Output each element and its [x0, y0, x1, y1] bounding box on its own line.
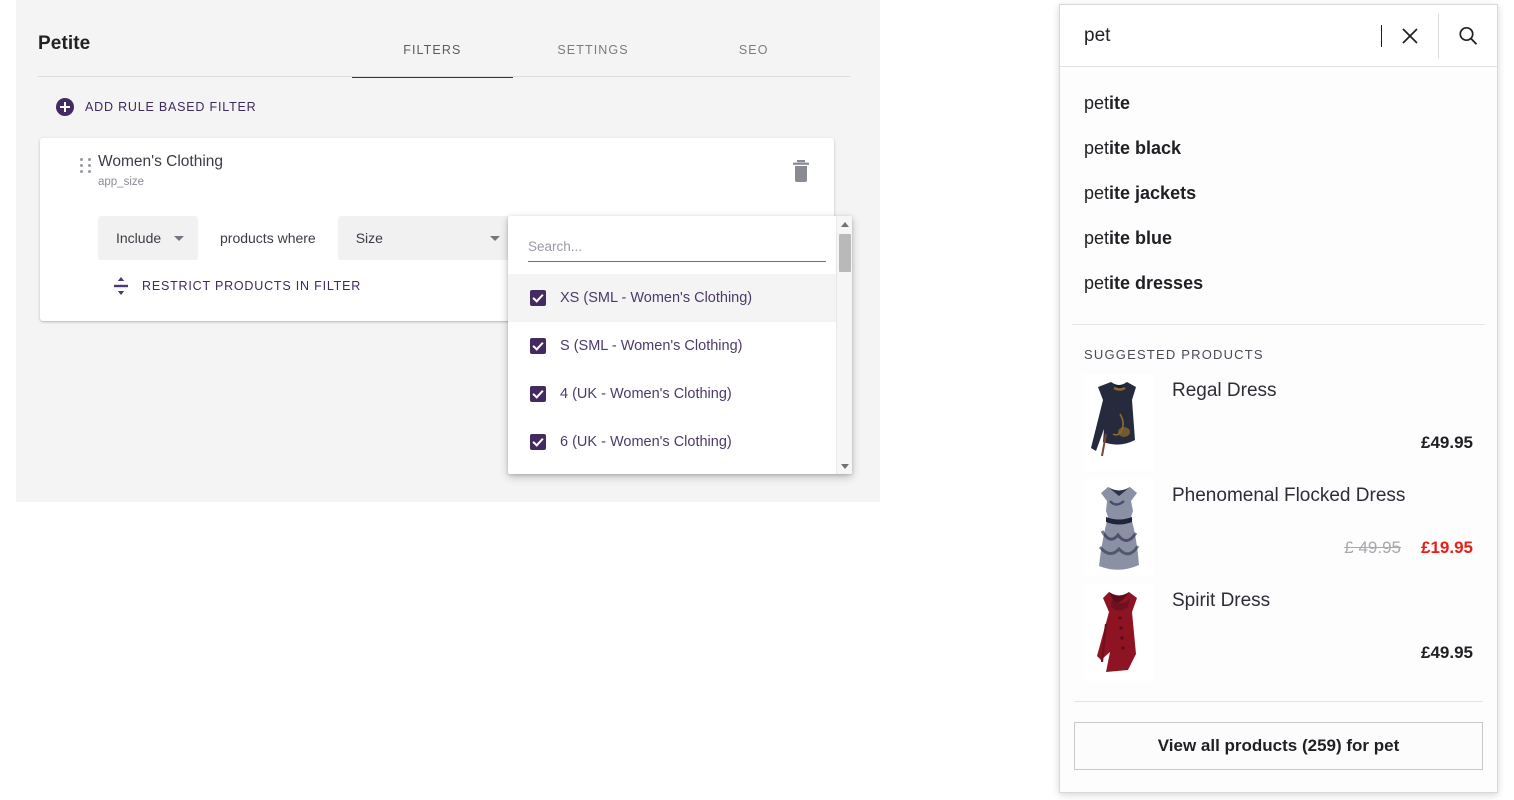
dropdown-option-label: S (SML - Women's Clothing) [560, 338, 743, 354]
dropdown-option-s[interactable]: S (SML - Women's Clothing) [508, 322, 852, 370]
product-prices: £49.95 [1421, 643, 1473, 663]
dropdown-option-xs[interactable]: XS (SML - Women's Clothing) [508, 274, 852, 322]
list-item[interactable]: Spirit Dress £49.95 [1060, 584, 1497, 689]
attribute-select[interactable]: Size [337, 216, 516, 260]
add-rule-label: ADD RULE BASED FILTER [85, 100, 257, 114]
rule-title: Women's Clothing [98, 153, 224, 170]
search-icon [1459, 26, 1478, 45]
include-select-value: Include [116, 230, 162, 246]
suggestion-rest: ite [1109, 93, 1131, 113]
filter-editor-panel: Petite FILTERS SETTINGS SEO ADD RULE BAS… [16, 0, 880, 502]
product-thumbnail [1084, 479, 1154, 576]
suggestion-item[interactable]: pet ite jackets [1060, 171, 1497, 216]
product-old-price: £ 49.95 [1344, 538, 1401, 557]
search-input[interactable] [1060, 5, 1383, 66]
product-thumbnail [1084, 584, 1154, 681]
product-info: Regal Dress £49.95 [1154, 374, 1473, 471]
list-item[interactable]: Phenomenal Flocked Dress £ 49.95 £19.95 [1060, 479, 1497, 584]
chevron-down-icon [174, 235, 184, 241]
suggestion-prefix: pet [1084, 273, 1110, 293]
editor-header: Petite FILTERS SETTINGS SEO [16, 0, 880, 80]
product-thumbnail [1084, 374, 1154, 471]
product-sale-price: £19.95 [1421, 538, 1473, 557]
trash-icon[interactable] [790, 158, 812, 184]
search-bar [1060, 5, 1497, 67]
suggestion-prefix: pet [1084, 228, 1110, 248]
list-item[interactable]: Regal Dress £49.95 [1060, 374, 1497, 479]
tab-settings[interactable]: SETTINGS [513, 0, 674, 78]
add-rule-based-filter-button[interactable]: ADD RULE BASED FILTER [56, 98, 256, 116]
scroll-down-arrow-icon[interactable] [837, 458, 852, 474]
suggestion-list: pet ite pet ite black pet ite jackets pet it… [1060, 67, 1497, 316]
suggestion-rest: ite dresses [1109, 273, 1204, 293]
products-where-label: products where [220, 230, 316, 246]
suggestion-prefix: pet [1084, 138, 1110, 158]
restrict-products-in-filter-button[interactable]: RESTRICT PRODUCTS IN FILTER [112, 276, 361, 296]
drag-handle-icon[interactable] [80, 158, 92, 175]
suggestion-prefix: pet [1084, 183, 1110, 203]
view-all-products-button[interactable]: View all products (259) for pet [1074, 722, 1483, 770]
suggestion-item[interactable]: pet ite [1060, 81, 1497, 126]
attribute-select-value: Size [355, 230, 383, 246]
product-info: Spirit Dress £49.95 [1154, 584, 1473, 681]
dropdown-option-label: 6 (UK - Women's Clothing) [560, 434, 732, 450]
dropdown-option-label: XS (SML - Women's Clothing) [560, 290, 753, 306]
checkbox-checked-icon[interactable] [530, 434, 546, 450]
tab-seo[interactable]: SEO [673, 0, 834, 78]
product-info: Phenomenal Flocked Dress £ 49.95 £19.95 [1154, 479, 1473, 576]
dropdown-search-input[interactable] [528, 239, 826, 262]
suggestion-item[interactable]: pet ite blue [1060, 216, 1497, 261]
include-exclude-select[interactable]: Include [98, 216, 198, 260]
suggestion-item[interactable]: pet ite dresses [1060, 261, 1497, 306]
restrict-icon [114, 277, 128, 295]
products-divider [1074, 701, 1483, 702]
dropdown-scrollbar[interactable] [836, 216, 852, 474]
dropdown-option-list: XS (SML - Women's Clothing) S (SML - Wom… [508, 274, 852, 466]
suggestion-prefix: pet [1084, 93, 1110, 113]
clear-search-button[interactable] [1382, 5, 1438, 67]
dropdown-option-4[interactable]: 4 (UK - Women's Clothing) [508, 370, 852, 418]
product-name: Phenomenal Flocked Dress [1172, 485, 1406, 506]
close-icon [1402, 27, 1418, 44]
restrict-label: RESTRICT PRODUCTS IN FILTER [142, 279, 362, 293]
product-price: £49.95 [1421, 643, 1473, 662]
tab-bar: FILTERS SETTINGS SEO [352, 0, 834, 78]
product-price: £49.95 [1421, 433, 1473, 452]
submit-search-button[interactable] [1439, 5, 1497, 67]
rule-controls: Include products where Size [98, 216, 516, 260]
rule-subtitle: app_size [98, 176, 145, 188]
suggestion-rest: ite jackets [1109, 183, 1197, 203]
dropdown-option-6[interactable]: 6 (UK - Women's Clothing) [508, 418, 852, 466]
search-suggestion-panel: petite petite black petite jackets petit… [1059, 4, 1498, 793]
product-name: Spirit Dress [1172, 590, 1271, 611]
suggestion-rest: ite black [1109, 138, 1182, 158]
scroll-up-arrow-icon[interactable] [837, 216, 852, 232]
chevron-down-icon [489, 235, 500, 241]
suggestion-rest: ite blue [1109, 228, 1173, 248]
product-prices: £ 49.95 £19.95 [1344, 538, 1473, 558]
dropdown-option-label: 4 (UK - Women's Clothing) [560, 386, 732, 402]
scrollbar-thumb[interactable] [839, 234, 851, 272]
checkbox-checked-icon[interactable] [530, 338, 546, 354]
dropdown-search-wrap [508, 216, 852, 262]
tab-filters[interactable]: FILTERS [352, 0, 513, 78]
checkbox-checked-icon[interactable] [530, 290, 546, 306]
suggested-products-heading: SUGGESTED PRODUCTS [1084, 347, 1264, 362]
plus-circle-icon [56, 98, 74, 116]
size-options-dropdown: XS (SML - Women's Clothing) S (SML - Wom… [508, 216, 852, 474]
app-root: Petite FILTERS SETTINGS SEO ADD RULE BAS… [0, 0, 1514, 800]
page-title: Petite [38, 33, 91, 54]
suggestion-item[interactable]: pet ite black [1060, 126, 1497, 171]
tab-divider [38, 76, 850, 77]
product-prices: £49.95 [1421, 433, 1473, 453]
checkbox-checked-icon[interactable] [530, 386, 546, 402]
product-name: Regal Dress [1172, 380, 1277, 401]
